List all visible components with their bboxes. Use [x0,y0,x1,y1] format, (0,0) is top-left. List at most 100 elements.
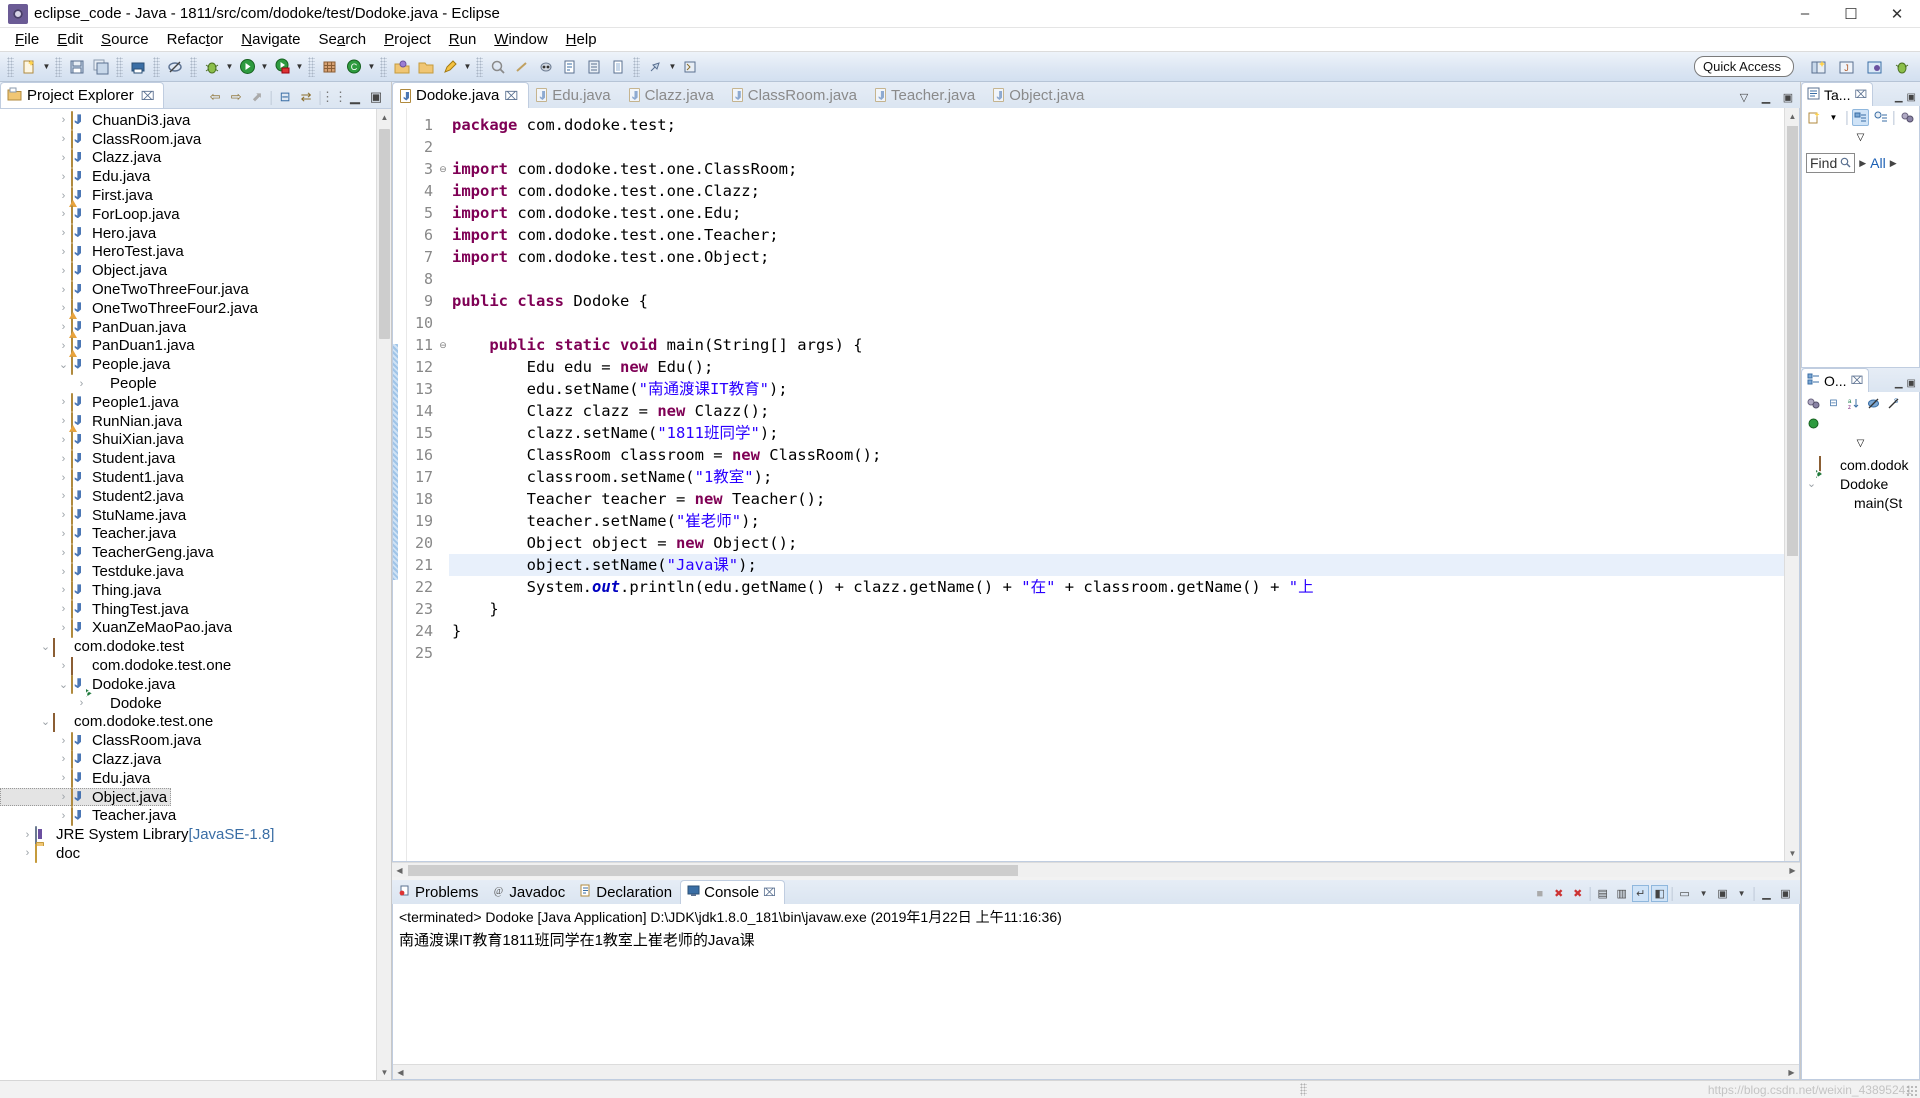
code-line[interactable]: import com.dodoke.test.one.Clazz; [449,180,1799,202]
hide-fields-icon[interactable] [1865,395,1882,412]
console-maximize-icon[interactable]: ▣ [1777,885,1794,902]
console-minimize-icon[interactable]: ▁ [1758,885,1775,902]
task-list-view-menu-icon[interactable]: ▽ [1805,129,1916,146]
tree-item-thingtest-java[interactable]: › ThingTest.java [0,600,391,620]
chevron-right-icon[interactable]: › [20,847,35,859]
tree-item-stuname-java[interactable]: › StuName.java [0,506,391,526]
code-line[interactable] [449,136,1799,158]
fold-toggle-icon[interactable]: ⊖ [437,158,449,180]
word-wrap-icon[interactable]: ↵ [1632,885,1650,902]
clear-console-icon[interactable]: ▤ [1594,885,1611,902]
remove-launch-icon[interactable]: ✖ [1550,885,1567,902]
code-line[interactable]: } [449,598,1799,620]
find-next-icon[interactable]: ▶ [1890,158,1897,169]
code-line[interactable] [449,312,1799,334]
console-tab-console[interactable]: Console ⌧ [680,880,785,904]
debug-icon[interactable] [201,56,223,78]
tree-item-herotest-java[interactable]: › HeroTest.java [0,242,391,262]
new-java-package-icon[interactable] [319,56,341,78]
chevron-right-icon[interactable]: › [56,528,71,540]
project-explorer-tree[interactable]: › ChuanDi3.java › ClassRoom.java › Clazz.java… [0,108,391,1080]
tree-item-object-java[interactable]: › Object.java [0,787,172,808]
pin-editor-dropdown-icon[interactable]: ▼ [667,56,678,78]
task-list-body[interactable] [1801,177,1920,368]
outline-body[interactable]: com.dodok ⌄ Dodoke main(St [1801,455,1920,1080]
tree-item-classroom-java[interactable]: › ClassRoom.java [0,731,391,751]
open-console-dropdown-icon[interactable]: ▼ [1733,885,1750,902]
project-explorer-close-icon[interactable]: ⌧ [141,89,155,103]
code-line[interactable]: import com.dodoke.test.one.Object; [449,246,1799,268]
new-task-icon[interactable] [1805,109,1822,126]
up-arrow-icon[interactable]: ⬈ [248,88,266,106]
collapse-all-icon[interactable] [1899,109,1916,126]
editor-body[interactable]: 1 2 3 4 5 6 7 8 9 10 11 12 13 14 15 16 17 18 19 20 21 22 23 24 2… [392,108,1800,862]
outline-maximize-icon[interactable]: ▣ [1907,378,1916,389]
task-list-minimize-icon[interactable]: ▁ [1895,92,1903,103]
debug-dropdown-icon[interactable]: ▼ [224,56,235,78]
code-line[interactable] [449,642,1799,664]
run-coverage-icon[interactable] [271,56,293,78]
chevron-right-icon[interactable]: › [56,396,71,408]
print-icon[interactable] [127,56,149,78]
chevron-right-icon[interactable]: › [56,434,71,446]
tree-item-student-java[interactable]: › Student.java [0,449,391,469]
resize-grip-icon[interactable] [1906,1085,1918,1097]
pin-console-icon[interactable]: ◧ [1651,885,1669,902]
toolbar-grip-6[interactable] [308,56,315,77]
back-arrow-icon[interactable]: ⇦ [206,88,224,106]
chevron-right-icon[interactable]: › [56,810,71,822]
tree-item-com-dodoke-test[interactable]: ⌄ com.dodoke.test [0,637,391,657]
quick-access-input[interactable]: Quick Access [1694,56,1794,77]
tree-item-panduan-java[interactable]: › PanDuan.java [0,318,391,338]
tab-task-list[interactable]: Ta... ⌧ [1801,82,1874,106]
chevron-right-icon[interactable]: › [56,772,71,784]
editor-scroll-up-icon[interactable]: ▲ [1785,108,1800,124]
chevron-right-icon[interactable]: › [56,735,71,747]
code-line[interactable]: classroom.setName("1教室"); [449,466,1799,488]
tree-item-forloop-java[interactable]: › ForLoop.java [0,205,391,225]
code-line[interactable] [449,268,1799,290]
save-icon[interactable] [66,56,88,78]
outline-collapse-all-icon[interactable]: ⊟ [1825,395,1842,412]
tree-item-dodoke[interactable]: › Dodoke [0,694,391,713]
tree-item-doc[interactable]: › doc [0,844,391,864]
tab-outline[interactable]: O... ⌧ [1801,368,1870,392]
link-with-editor-icon[interactable]: ⇄ [297,88,315,106]
run-icon[interactable] [236,56,258,78]
forward-icon[interactable] [607,56,629,78]
editor-hscroll-thumb[interactable] [408,865,1018,876]
chevron-right-icon[interactable]: › [56,547,71,559]
code-line[interactable]: Object object = new Object(); [449,532,1799,554]
outline-item-dodoke[interactable]: ⌄ Dodoke [1802,474,1919,493]
tree-item-hero-java[interactable]: › Hero.java [0,224,391,244]
editor-folding-ruler[interactable]: ⊖ ⊖ [437,108,449,861]
tree-scroll-up-icon[interactable]: ▲ [377,109,391,125]
code-line[interactable]: package com.dodoke.test; [449,114,1799,136]
outline-close-icon[interactable]: ⌧ [1851,374,1864,387]
tree-item-com-dodoke-test-one[interactable]: › com.dodoke.test.one [0,656,391,676]
code-line[interactable]: public static void main(String[] args) { [449,334,1799,356]
tree-item-shuixian-java[interactable]: › ShuiXian.java [0,430,391,450]
sort-icon[interactable]: az [1845,395,1862,412]
schedule-icon[interactable] [1872,109,1889,126]
task-list-close-icon[interactable]: ⌧ [1854,88,1867,101]
next-annotation-icon[interactable] [511,56,533,78]
display-console-dropdown-icon[interactable]: ▼ [1695,885,1712,902]
toolbar-grip-5[interactable] [190,56,197,77]
save-all-icon[interactable] [90,56,112,78]
code-line[interactable]: object.setName("Java课"); [449,554,1799,576]
chevron-right-icon[interactable]: › [56,603,71,615]
toolbar-grip-7[interactable] [380,56,387,77]
pe-minimize-icon[interactable]: ▁ [346,88,364,106]
editor-tab-edu-java[interactable]: Edu.java [529,82,621,108]
toolbar-grip-4[interactable] [153,56,160,77]
tree-item-people1-java[interactable]: › People1.java [0,393,391,413]
chevron-right-icon[interactable]: › [56,114,71,126]
terminate-icon[interactable]: ■ [1531,885,1548,902]
code-line[interactable]: import com.dodoke.test.one.ClassRoom; [449,158,1799,180]
toolbar-grip-9[interactable] [633,56,640,77]
console-scroll-left-icon[interactable]: ◀ [393,1065,408,1080]
tree-item-object-java[interactable]: › Object.java [0,261,391,281]
quick-fix-icon[interactable] [439,56,461,78]
toolbar-grip-2[interactable] [55,56,62,77]
